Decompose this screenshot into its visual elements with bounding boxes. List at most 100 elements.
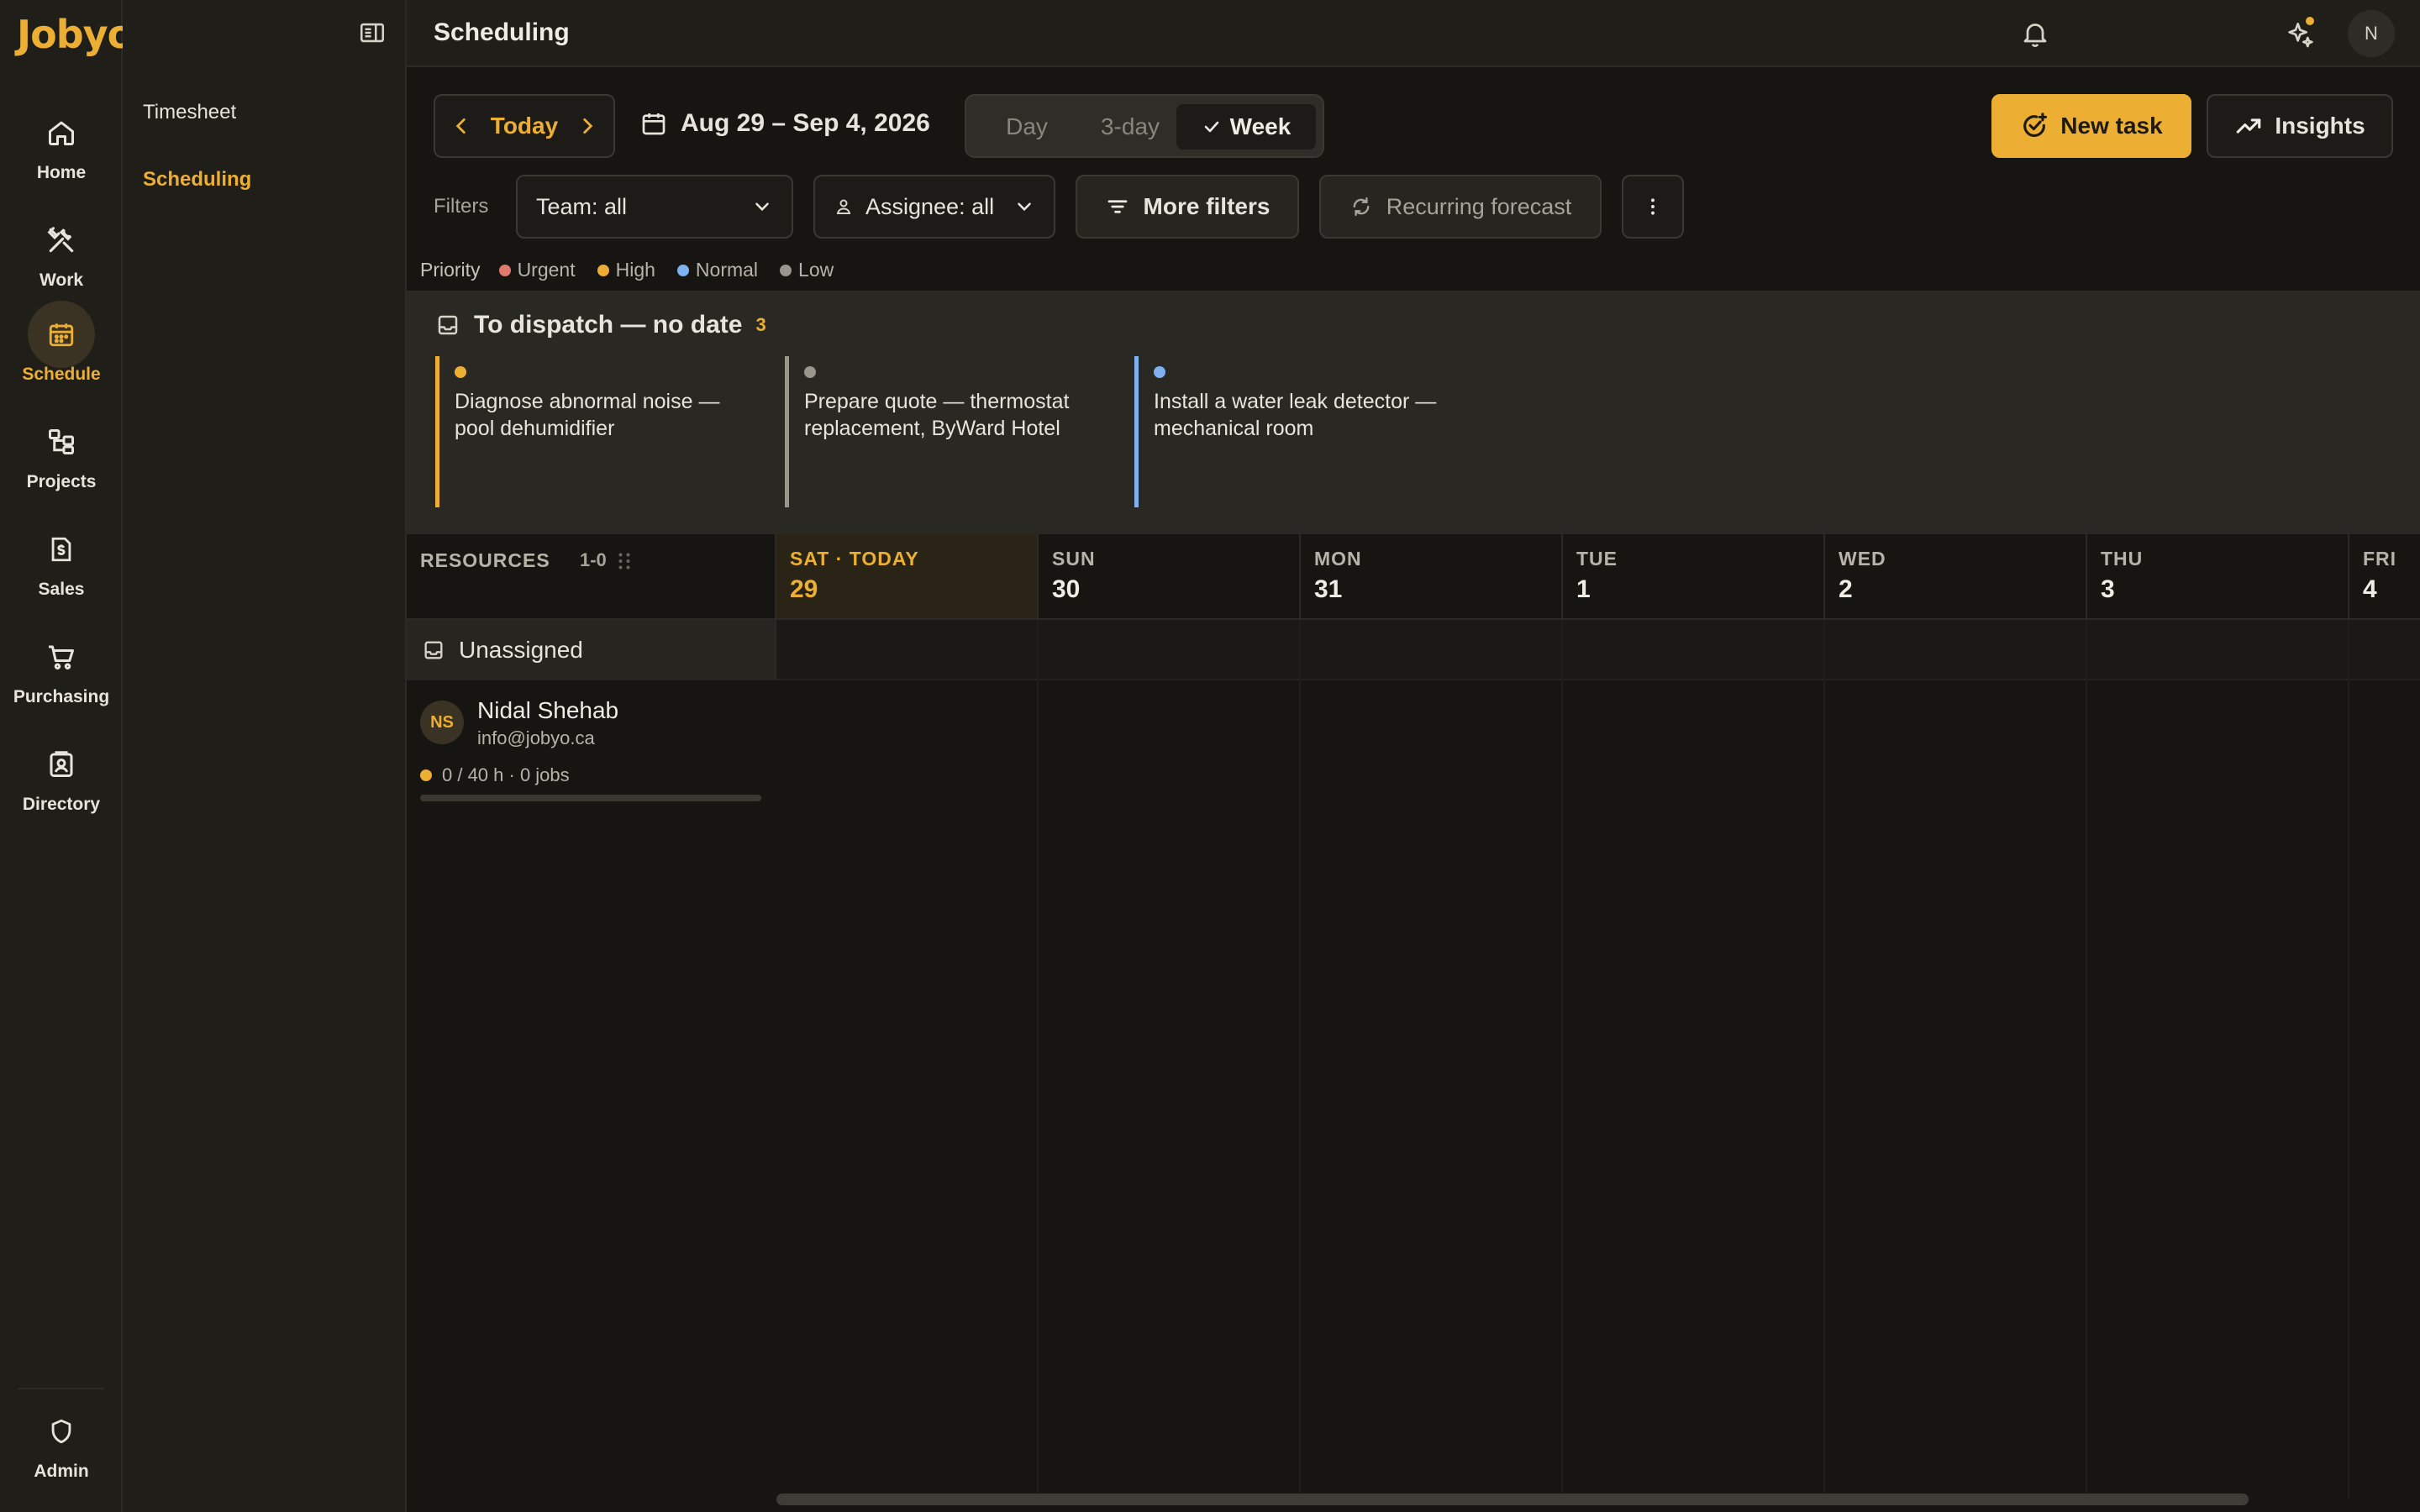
dispatch-card[interactable]: Install a water leak detector — mechanic… (1134, 356, 1470, 507)
recurring-forecast-button[interactable]: Recurring forecast (1319, 175, 1602, 239)
day-number: 3 (2101, 575, 2115, 603)
assignee-filter-value: Assignee: all (865, 193, 995, 219)
rail-item-work[interactable]: Work (0, 207, 123, 291)
dispatch-card[interactable]: Diagnose abnormal noise — pool dehumidif… (435, 356, 771, 507)
team-filter-value: Team: all (536, 193, 628, 219)
normal-dot (676, 264, 689, 276)
horizontal-scrollbar[interactable] (776, 1494, 2249, 1505)
legend-item-urgent: Urgent (498, 259, 576, 281)
unassigned-row-header[interactable]: Unassigned (407, 620, 776, 680)
unassigned-label: Unassigned (459, 637, 583, 663)
legend-label: Normal (695, 259, 759, 281)
view-switcher: Day 3-day Week (965, 94, 1324, 158)
day-column-header[interactable]: THU 3 (2087, 534, 2349, 620)
day-name: MON (1314, 548, 1362, 570)
rail-item-admin[interactable]: Admin (0, 1398, 123, 1482)
day-column-header-today[interactable]: SAT · TODAY 29 (776, 534, 1039, 620)
new-task-button[interactable]: New task (1991, 94, 2191, 158)
day-divider (1299, 620, 1301, 1499)
team-filter-select[interactable]: Team: all (516, 175, 793, 239)
icon-rail: Jobyo Home Work Schedule Projects Sales (0, 0, 134, 1512)
view-3-day[interactable]: 3-day (1081, 104, 1180, 150)
invoice-icon (28, 516, 95, 583)
day-divider (2086, 620, 2087, 1499)
day-column-header[interactable]: MON 31 (1301, 534, 1563, 620)
day-name: THU (2101, 548, 2144, 570)
rail-item-home[interactable]: Home (0, 99, 123, 183)
today-button[interactable]: Today (491, 113, 558, 139)
sparkle-badge-dot (2306, 17, 2314, 25)
shield-icon (28, 1398, 95, 1465)
view-day[interactable]: Day (983, 104, 1071, 150)
day-name: TUE (1576, 548, 1618, 570)
legend-item-normal: Normal (676, 259, 759, 281)
view-week[interactable]: Week (1176, 104, 1316, 150)
subnav-item-scheduling[interactable]: Scheduling (143, 168, 251, 192)
day-column-header[interactable]: FRI 4 (2349, 534, 2420, 620)
more-filters-button[interactable]: More filters (1076, 175, 1299, 239)
insights-button[interactable]: Insights (2207, 94, 2393, 158)
legend-item-high: High (597, 259, 655, 281)
legend-label: High (615, 259, 655, 281)
date-range-picker[interactable]: Aug 29 – Sep 4, 2026 (640, 109, 930, 138)
more-options-button[interactable] (1622, 175, 1684, 239)
dispatch-count-badge: 3 (755, 314, 766, 335)
refresh-icon (1349, 195, 1373, 218)
priority-legend: Priority Urgent High Normal Low (420, 259, 834, 281)
chevron-down-icon (1013, 196, 1035, 218)
day-number: 2 (1839, 575, 1853, 603)
legend-label: Low (798, 259, 834, 281)
dispatch-header: To dispatch — no date 3 (435, 311, 766, 339)
rail-item-label: Directory (22, 795, 101, 814)
resource-name: Nidal Shehab (477, 697, 619, 723)
notifications-bell-icon[interactable] (2015, 13, 2055, 54)
subnav-item-timesheet[interactable]: Timesheet (143, 101, 236, 124)
day-number: 30 (1052, 575, 1081, 603)
day-column-header[interactable]: TUE 1 (1563, 534, 1825, 620)
capacity-text: 0 / 40 h · 0 jobs (442, 764, 570, 785)
resource-row[interactable]: NS Nidal Shehab info@jobyo.ca 0 / 40 h ·… (407, 682, 776, 808)
previous-week-chevron-icon[interactable] (450, 115, 472, 137)
rail-item-directory[interactable]: Directory (0, 731, 123, 815)
rail-item-schedule[interactable]: Schedule (0, 301, 123, 385)
priority-dot (1154, 366, 1165, 378)
dispatch-card[interactable]: Prepare quote — thermostat replacement, … (785, 356, 1121, 507)
dispatch-card-title: Diagnose abnormal noise — pool dehumidif… (455, 390, 720, 440)
rail-item-label: Sales (38, 580, 85, 599)
insights-label: Insights (2275, 113, 2365, 139)
cart-icon (28, 623, 95, 690)
collapse-sidebar-icon[interactable] (358, 18, 387, 47)
app-logo[interactable]: Jobyo (17, 12, 134, 57)
assignee-filter-select[interactable]: Assignee: all (813, 175, 1055, 239)
hierarchy-icon (28, 408, 95, 475)
day-divider (1037, 620, 1039, 1499)
day-column-header[interactable]: SUN 30 (1039, 534, 1301, 620)
top-bar: Scheduling N (407, 0, 2420, 67)
user-avatar[interactable]: N (2348, 10, 2395, 57)
rail-item-label: Schedule (22, 365, 101, 384)
dispatch-panel: To dispatch — no date 3 Diagnose abnorma… (407, 291, 2420, 534)
filter-lines-icon (1105, 194, 1130, 219)
dispatch-card-title: Install a water leak detector — mechanic… (1154, 390, 1437, 440)
add-task-icon (2020, 112, 2049, 140)
legend-label: Urgent (517, 259, 576, 281)
rail-item-purchasing[interactable]: Purchasing (0, 623, 123, 707)
day-column-header[interactable]: WED 2 (1825, 534, 2087, 620)
filters-label: Filters (434, 195, 489, 218)
unassigned-lane[interactable] (776, 620, 2420, 680)
rail-item-projects[interactable]: Projects (0, 408, 123, 492)
ai-sparkle-icon[interactable] (2281, 13, 2321, 54)
tools-icon (28, 207, 95, 274)
day-divider (1823, 620, 1825, 1499)
avatar: NS (420, 701, 464, 744)
rail-item-sales[interactable]: Sales (0, 516, 123, 600)
drag-handle-icon[interactable] (617, 551, 632, 571)
recurring-forecast-label: Recurring forecast (1386, 193, 1572, 219)
view-week-label: Week (1229, 113, 1292, 139)
page-title: Scheduling (434, 18, 570, 46)
rail-divider (18, 1388, 104, 1389)
next-week-chevron-icon[interactable] (576, 115, 598, 137)
urgent-dot (498, 264, 511, 276)
row-size-toggle[interactable]: 1-0 (580, 549, 607, 571)
chevron-down-icon (751, 196, 773, 218)
